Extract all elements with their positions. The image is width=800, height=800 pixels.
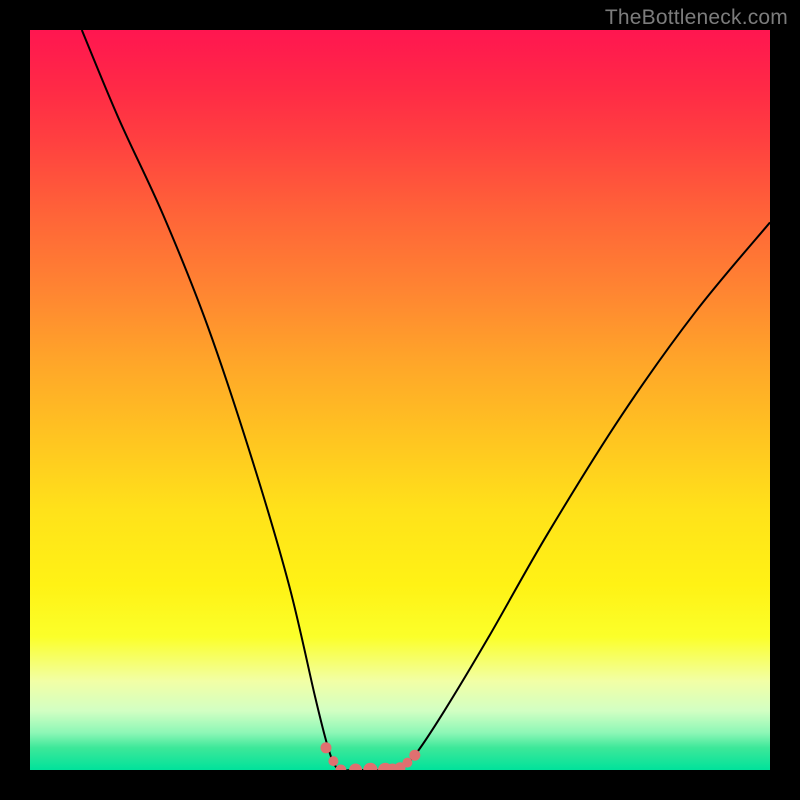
watermark-text: TheBottleneck.com [605, 6, 788, 30]
marker-dot [321, 742, 332, 753]
marker-dot [363, 763, 377, 770]
chart-frame: TheBottleneck.com [0, 0, 800, 800]
marker-dot [409, 750, 420, 761]
marker-dot [349, 764, 362, 771]
marker-dot [335, 765, 346, 771]
marker-dot [402, 758, 412, 768]
curve-path [82, 30, 770, 770]
chart-svg [30, 30, 770, 770]
curve-line [82, 30, 770, 770]
marker-dot [328, 756, 338, 766]
plot-area [30, 30, 770, 770]
